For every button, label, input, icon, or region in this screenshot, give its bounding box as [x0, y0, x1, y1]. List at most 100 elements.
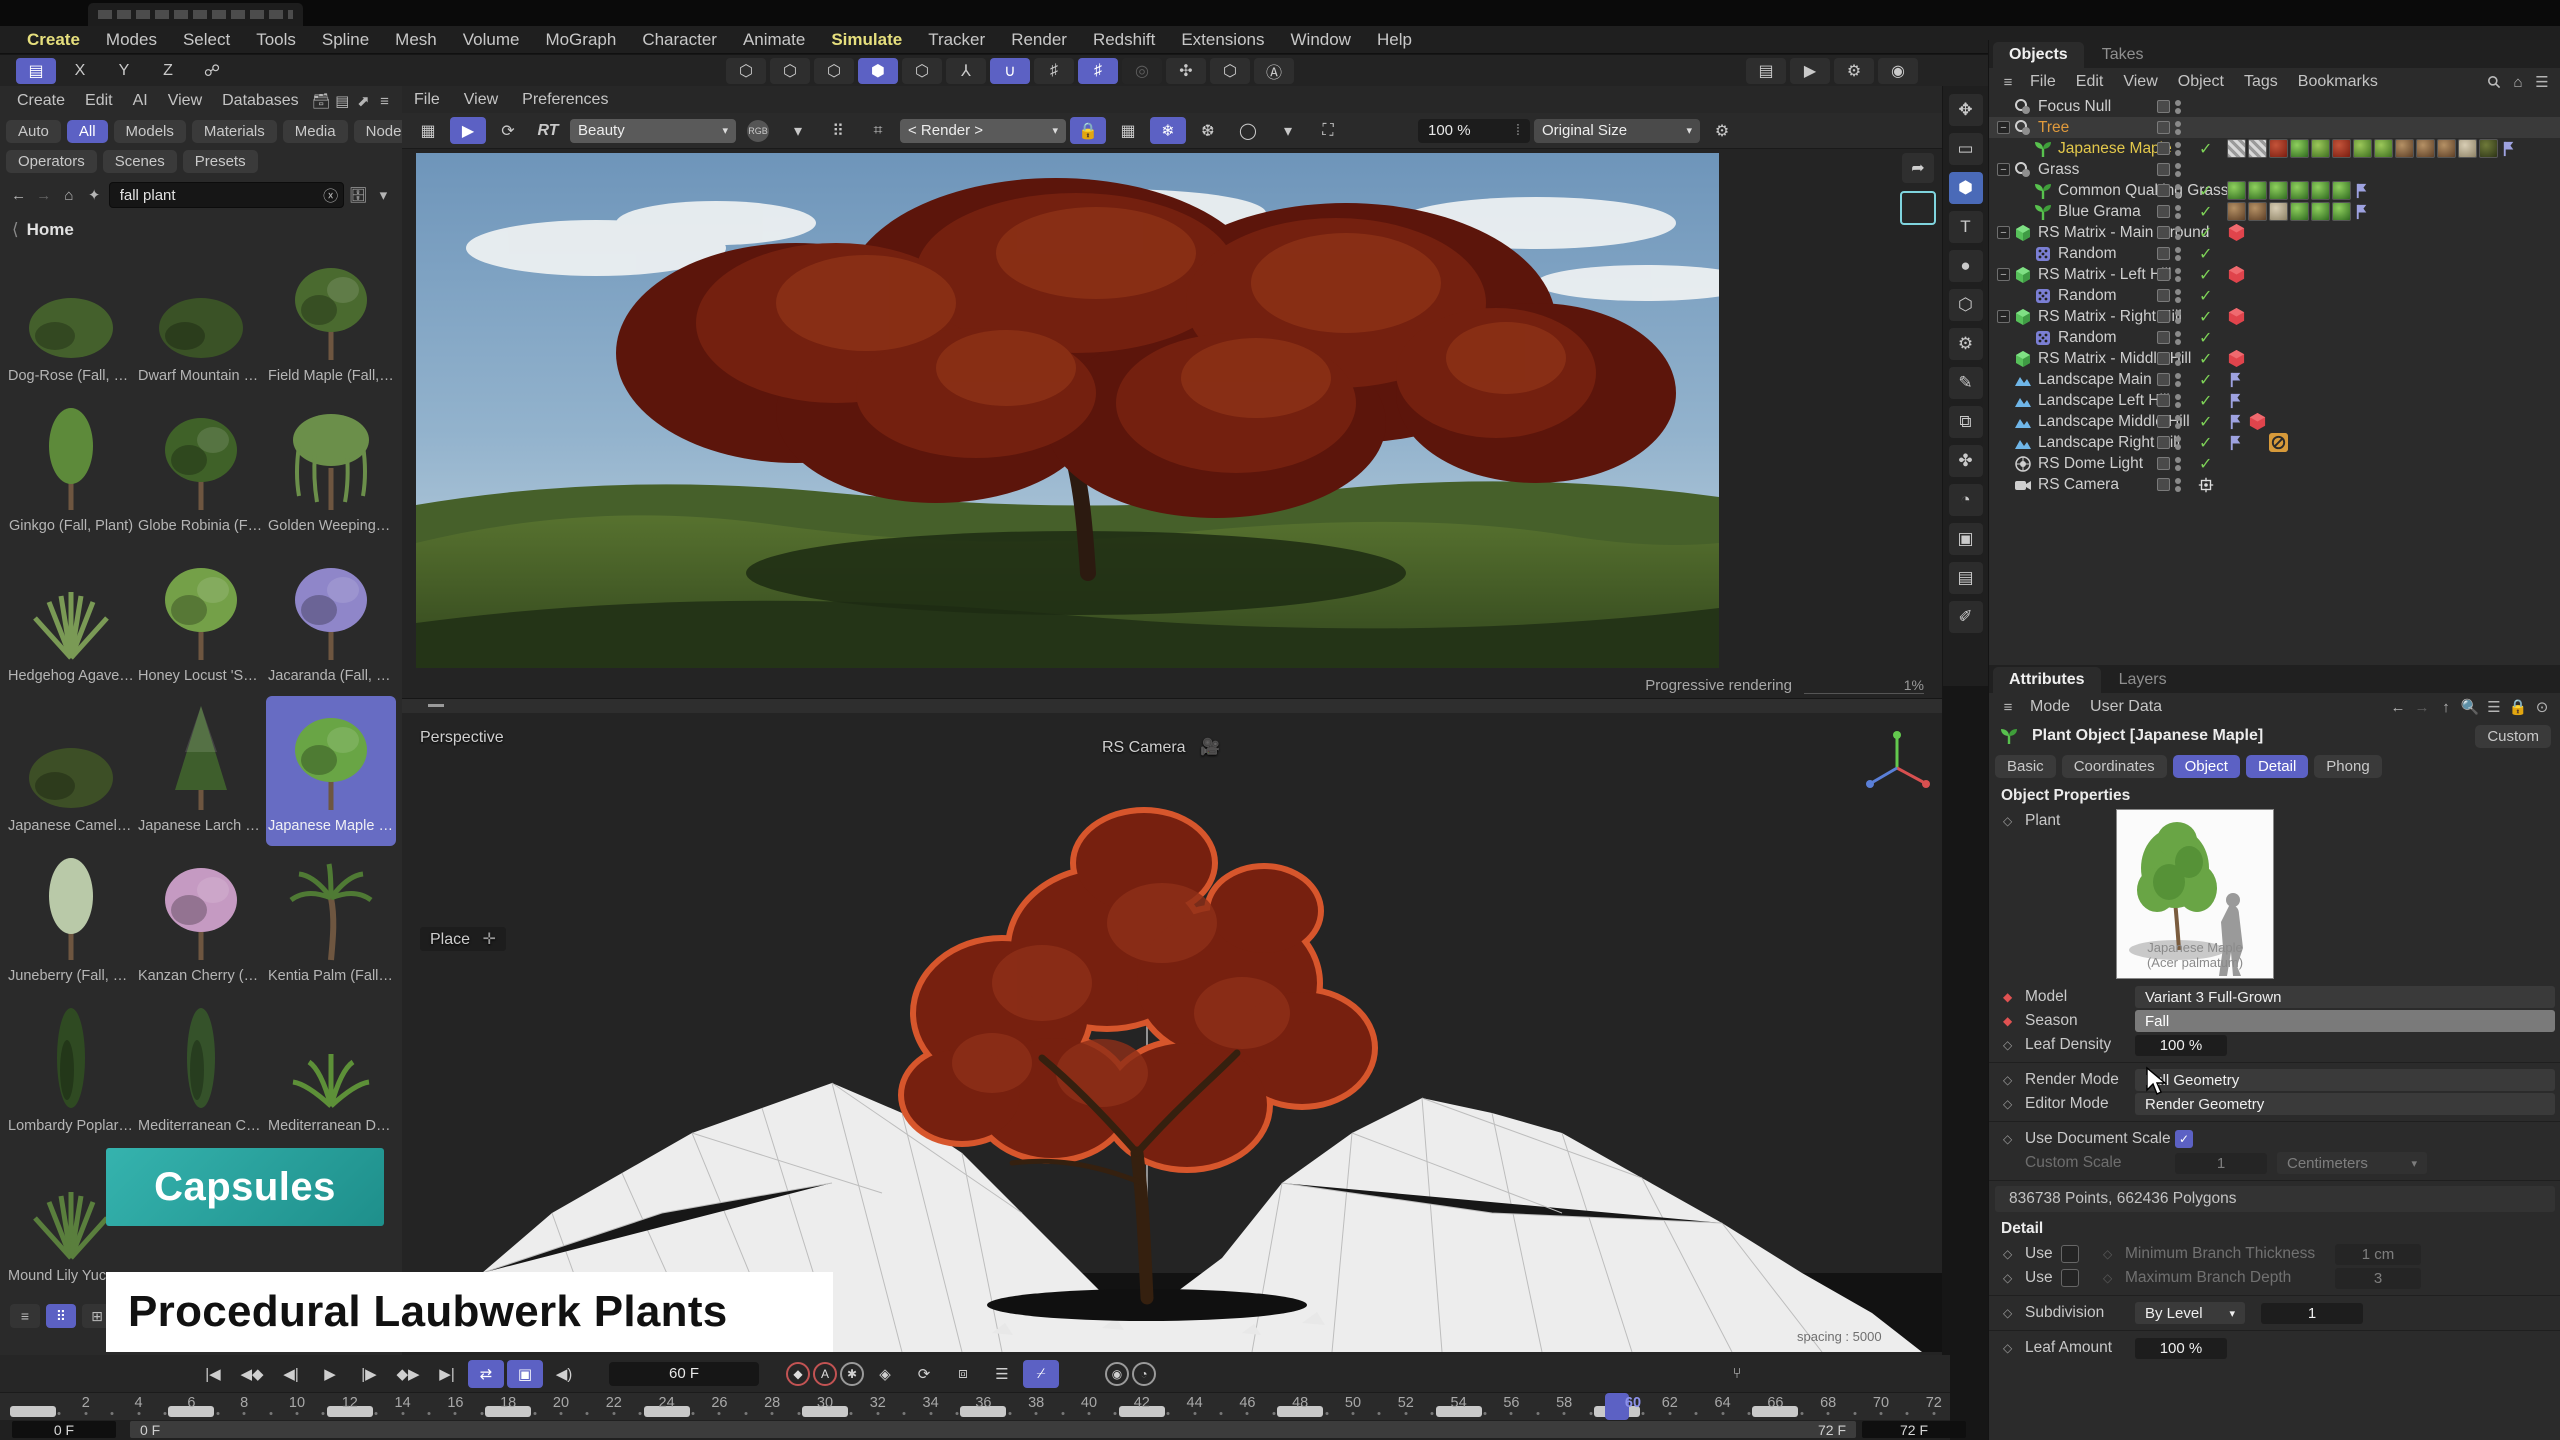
rv-menu-preferences[interactable]: Preferences	[522, 91, 608, 109]
goto-start-button[interactable]: |◀	[195, 1360, 231, 1388]
model-select[interactable]: Variant 3 Full-Grown	[2135, 986, 2555, 1008]
quantize-icon[interactable]: ♯	[1078, 58, 1118, 84]
next-key-button[interactable]: ◆▶	[390, 1360, 426, 1388]
state-toggles[interactable]	[2157, 205, 2181, 219]
plant-tile[interactable]: Dwarf Mountain Pine (...	[136, 246, 266, 396]
visibility-dots[interactable]	[2175, 247, 2181, 261]
rs-tag-icon[interactable]	[2227, 349, 2246, 368]
monitor-tool-icon[interactable]: ▤	[1949, 562, 1983, 594]
range-slider[interactable]: 0 F 72 F	[130, 1421, 1856, 1438]
obj-menu-file[interactable]: File	[2021, 73, 2065, 91]
obj-menu-object[interactable]: Object	[2169, 73, 2233, 91]
material-thumb-twig[interactable]	[2269, 202, 2288, 221]
track-editor-icon[interactable]: ⑂	[1719, 1360, 1755, 1388]
pen-tool-icon[interactable]: ✐	[1949, 601, 1983, 633]
menu-render[interactable]: Render	[998, 30, 1080, 50]
object-row[interactable]: Random✓	[1989, 285, 2560, 306]
flag-tag-icon[interactable]	[2227, 370, 2246, 389]
season-select[interactable]: Fall	[2135, 1010, 2555, 1032]
forward-icon[interactable]: →	[2411, 696, 2433, 718]
viewport[interactable]: spacing : 5000 Perspective RS Camera 🎥 P…	[402, 698, 1942, 1352]
grid-icon[interactable]: ♯	[1034, 58, 1074, 84]
material-thumb-sphere-green[interactable]	[2311, 202, 2330, 221]
object-row[interactable]: Landscape Main✓	[1989, 369, 2560, 390]
layout-icon[interactable]: ▤	[333, 90, 352, 112]
leaf-density-field[interactable]: 100 %	[2135, 1035, 2227, 1056]
material-thumb-sphere-brown[interactable]	[2416, 139, 2435, 158]
max-branch-field[interactable]: 3	[2335, 1268, 2421, 1289]
param-diamond-icon[interactable]: ◇	[2003, 1341, 2017, 1355]
material-thumb-sphere-brown[interactable]	[2248, 202, 2267, 221]
attr-tab-layers[interactable]: Layers	[2103, 667, 2183, 693]
object-row[interactable]: Japanese Maple✓	[1989, 138, 2560, 159]
enabled-check-icon[interactable]: ✓	[2199, 139, 2212, 159]
plant-tile[interactable]: Hedgehog Agave (Fall...	[6, 546, 136, 696]
min-branch-field[interactable]: 1 cm	[2335, 1244, 2421, 1265]
menu-select[interactable]: Select	[170, 30, 243, 50]
attr-btn-coordinates[interactable]: Coordinates	[2062, 755, 2167, 778]
goto-end-button[interactable]: ▶|	[429, 1360, 465, 1388]
menu-tools[interactable]: Tools	[243, 30, 309, 50]
material-thumb-leaf-red[interactable]	[2332, 139, 2351, 158]
material-thumb-twig[interactable]	[2458, 139, 2477, 158]
state-toggles[interactable]	[2157, 394, 2181, 408]
enabled-check-icon[interactable]: ✓	[2199, 307, 2212, 327]
param-diamond-icon[interactable]: ◇	[2003, 1247, 2017, 1261]
enabled-check-icon[interactable]: ✓	[2199, 433, 2212, 453]
hex-auto-icon[interactable]: Ⓐ	[1254, 58, 1294, 84]
ab-menu-create[interactable]: Create	[8, 92, 74, 110]
use2-checkbox[interactable]	[2061, 1269, 2079, 1287]
plant-tile[interactable]: Dog-Rose (Fall, Plant)	[6, 246, 136, 396]
search-input[interactable]	[109, 182, 344, 208]
attr-btn-basic[interactable]: Basic	[1995, 755, 2056, 778]
enabled-check-icon[interactable]: ✓	[2199, 286, 2212, 306]
layer-chip[interactable]	[2157, 163, 2170, 176]
plant-tile[interactable]: Golden Weeping Willo...	[266, 396, 396, 546]
param-diamond-icon[interactable]: ◇	[2003, 814, 2017, 828]
menu-extensions[interactable]: Extensions	[1168, 30, 1277, 50]
size-select[interactable]: Original Size▾	[1534, 119, 1700, 143]
plant-tile[interactable]: Kanzan Cherry (Fall, Pl...	[136, 846, 266, 996]
plant-tile[interactable]: Honey Locust 'Sunbur...	[136, 546, 266, 696]
material-thumb-sphere-green[interactable]	[2290, 202, 2309, 221]
chevron-down-icon[interactable]: ▾	[373, 184, 394, 206]
plant-tile[interactable]: Globe Robinia (Fall, Pl...	[136, 396, 266, 546]
hamburger-icon[interactable]: ≡	[1997, 696, 2019, 718]
menu-volume[interactable]: Volume	[450, 30, 533, 50]
plant-tile[interactable]: Field Maple (Fall, Plant)	[266, 246, 396, 396]
layer-chip[interactable]	[2157, 142, 2170, 155]
move-tool-icon[interactable]: ✥	[1949, 94, 1983, 126]
forward-icon[interactable]: →	[33, 184, 54, 206]
start-ipr-icon[interactable]: ▶	[450, 117, 486, 144]
sparkle-icon[interactable]: ✦	[84, 184, 105, 206]
material-thumb-sphere-brown[interactable]	[2227, 202, 2246, 221]
material-thumb-sphere-brown[interactable]	[2395, 139, 2414, 158]
material-thumb-sphere-green[interactable]	[2311, 181, 2330, 200]
menu-animate[interactable]: Animate	[730, 30, 818, 50]
visibility-dots[interactable]	[2175, 415, 2181, 429]
layer-chip[interactable]	[2157, 394, 2170, 407]
object-row[interactable]: Focus Null	[1989, 96, 2560, 117]
points-mode-icon[interactable]: ⬡	[726, 58, 766, 84]
windows-tool-icon[interactable]: ⧉	[1949, 406, 1983, 438]
axis-modify-icon[interactable]: ⅄	[946, 58, 986, 84]
layer-chip[interactable]	[2157, 121, 2170, 134]
object-row[interactable]: −RS Matrix - Right Hill✓	[1989, 306, 2560, 327]
polygons-mode-icon[interactable]: ⬡	[814, 58, 854, 84]
flag-tag-icon[interactable]	[2353, 181, 2372, 200]
flag-tag-icon[interactable]	[2227, 412, 2246, 431]
range-mode-button[interactable]: ▣	[507, 1360, 543, 1388]
material-thumb-leaf-green[interactable]	[2311, 139, 2330, 158]
channel-chevron-icon[interactable]: ▾	[780, 117, 816, 144]
attr-menu-mode[interactable]: Mode	[2021, 698, 2079, 716]
tab-all[interactable]: All	[67, 120, 108, 143]
render-in-picture-viewer-icon[interactable]: ▶	[1790, 58, 1830, 84]
attr-menu-user-data[interactable]: User Data	[2081, 698, 2171, 716]
tab-operators[interactable]: Operators	[6, 150, 97, 173]
editor-mode-select[interactable]: Render Geometry	[2135, 1093, 2555, 1115]
expand-toggle-icon[interactable]: −	[1997, 163, 2010, 176]
unit-select[interactable]: Centimeters▾	[2277, 1152, 2427, 1174]
state-toggles[interactable]	[2157, 163, 2181, 177]
crop-icon[interactable]: ⌗	[860, 117, 896, 144]
rs-tag-icon[interactable]	[2248, 412, 2267, 431]
